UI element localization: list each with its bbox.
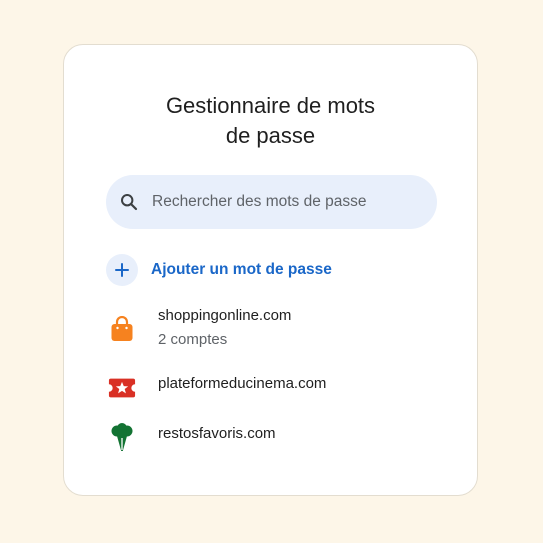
search-icon xyxy=(120,193,138,211)
ticket-star-icon xyxy=(108,374,136,402)
plus-icon xyxy=(106,254,138,286)
entry-account-count: 2 comptes xyxy=(158,331,228,348)
add-password-button[interactable]: Ajouter un mot de passe xyxy=(106,253,332,287)
page-title: Gestionnaire de mots de passe xyxy=(64,91,477,151)
search-input[interactable]: Rechercher des mots de passe xyxy=(106,175,437,229)
list-item-restosfavoris[interactable]: restosfavoris.com xyxy=(108,423,438,452)
entry-site: shoppingonline.com xyxy=(158,307,292,324)
entry-site: plateformeducinema.com xyxy=(158,375,327,392)
entry-site: restosfavoris.com xyxy=(158,425,276,442)
password-manager-card: Gestionnaire de mots de passe Rechercher… xyxy=(63,44,478,496)
list-item-shoppingonline[interactable]: shoppingonline.com 2 comptes xyxy=(108,307,438,348)
page-title-line2: de passe xyxy=(225,123,316,148)
page-title-line1: Gestionnaire de mots xyxy=(165,93,376,118)
add-password-label: Ajouter un mot de passe xyxy=(151,261,332,278)
list-item-plateformeducinema[interactable]: plateformeducinema.com xyxy=(108,374,438,402)
search-placeholder: Rechercher des mots de passe xyxy=(152,193,367,210)
shopping-bag-icon xyxy=(108,315,136,343)
broccoli-icon xyxy=(108,423,136,452)
